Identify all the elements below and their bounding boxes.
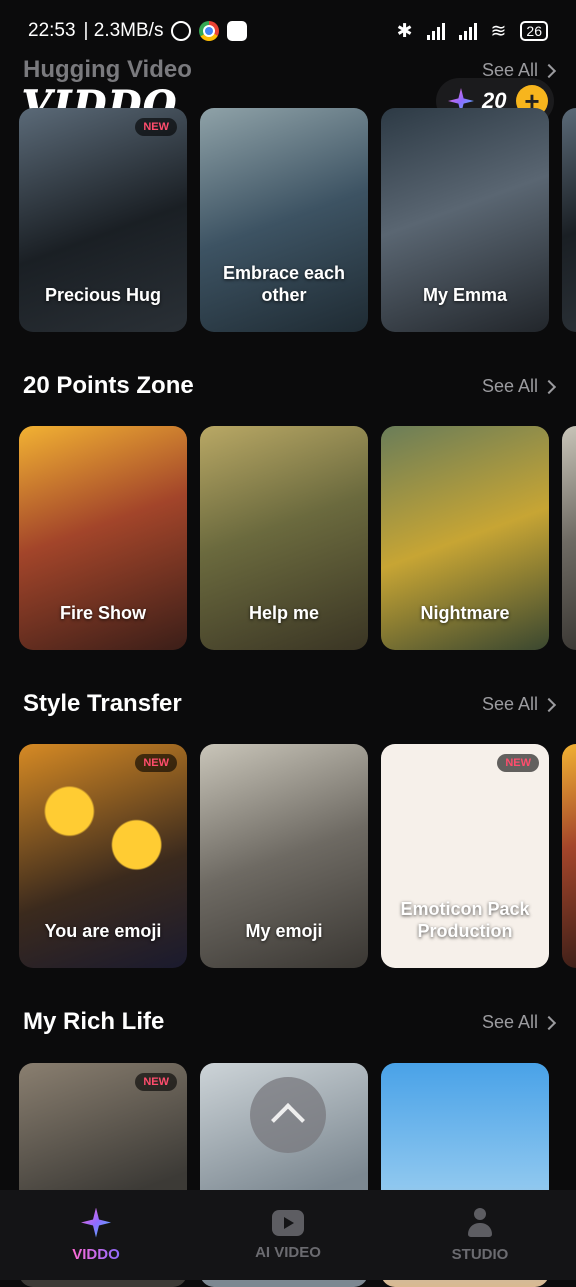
network-speed: | 2.3MB/s — [83, 20, 164, 41]
see-all-label: See All — [481, 1012, 538, 1032]
video-card[interactable]: Help me — [200, 426, 368, 650]
sparkle-icon — [81, 1207, 111, 1238]
signal-icon-2 — [458, 22, 477, 40]
card-title: Nightmare — [420, 603, 510, 623]
card-title: Emoticon Pack Production — [400, 899, 530, 941]
video-card[interactable]: My Emma — [381, 108, 549, 332]
new-badge: NEW — [135, 1073, 177, 1091]
card-title: Precious Hug — [44, 285, 162, 305]
bluetooth-icon: ✱ — [396, 20, 413, 42]
video-icon — [272, 1209, 304, 1236]
video-card[interactable]: Nightmare — [381, 426, 549, 650]
video-card-peek[interactable] — [562, 426, 576, 650]
video-card-peek[interactable] — [562, 108, 576, 332]
tab-label: AI VIDEO — [255, 1243, 321, 1261]
chrome-icon — [199, 21, 220, 41]
tab-studio[interactable]: STUDIO — [384, 1190, 576, 1280]
tab-label: STUDIO — [451, 1245, 509, 1263]
video-card[interactable]: My emoji — [200, 744, 368, 968]
new-badge: NEW — [135, 754, 177, 772]
section-hugging-video: Hugging Video See All NEW Precious Hug Em… — [0, 56, 576, 332]
bottom-tab-bar: VIDDO AI VIDEO STUDIO — [0, 1190, 576, 1280]
card-title: Fire Show — [59, 603, 146, 623]
scroll-to-top-button[interactable] — [250, 1077, 326, 1153]
see-all-label: See All — [481, 376, 538, 396]
video-card-peek[interactable] — [562, 744, 576, 968]
signal-icon — [426, 22, 445, 40]
chevron-up-icon — [271, 1103, 305, 1137]
video-card[interactable]: NEW You are emoji — [19, 744, 187, 968]
section-title: 20 Points Zone — [23, 372, 194, 399]
section-title: Hugging Video — [23, 56, 192, 83]
tab-viddo[interactable]: VIDDO — [0, 1190, 192, 1280]
alarm-icon — [171, 21, 192, 41]
section-title: Style Transfer — [23, 690, 182, 717]
wifi-icon: ≋ — [490, 20, 507, 42]
video-card[interactable]: NEW Emoticon Pack Production — [381, 744, 549, 968]
see-all-link[interactable]: See All — [481, 694, 557, 715]
video-card[interactable]: NEW Precious Hug — [19, 108, 187, 332]
tab-label: VIDDO — [72, 1245, 120, 1263]
new-badge: NEW — [135, 118, 177, 136]
user-icon — [465, 1207, 495, 1238]
section-20-points-zone: 20 Points Zone See All Fire Show Help me… — [0, 372, 576, 650]
card-title: Help me — [248, 603, 320, 623]
card-title: My emoji — [245, 921, 323, 941]
video-card[interactable]: Embrace each other — [200, 108, 368, 332]
card-title: My Emma — [422, 285, 508, 305]
chevron-right-icon — [541, 697, 557, 712]
chevron-right-icon — [541, 1015, 557, 1030]
app-notification-icon — [227, 21, 248, 41]
clock: 22:53 — [28, 20, 76, 41]
card-title: You are emoji — [44, 921, 162, 941]
new-badge: NEW — [497, 754, 539, 772]
section-style-transfer: Style Transfer See All NEW You are emoji … — [0, 690, 576, 968]
section-title: My Rich Life — [23, 1008, 165, 1035]
section-my-rich-life: My Rich Life See All NEW — [0, 1008, 576, 1287]
see-all-label: See All — [481, 694, 538, 714]
tab-ai-video[interactable]: AI VIDEO — [192, 1190, 384, 1280]
see-all-link[interactable]: See All — [481, 60, 557, 81]
chevron-right-icon — [541, 63, 557, 78]
battery-indicator: 26 — [520, 21, 548, 41]
chevron-right-icon — [541, 379, 557, 394]
status-bar: 22:53 | 2.3MB/s ✱ ≋ 26 — [0, 0, 576, 62]
video-card[interactable]: Fire Show — [19, 426, 187, 650]
see-all-link[interactable]: See All — [481, 1012, 557, 1033]
see-all-link[interactable]: See All — [481, 376, 557, 397]
card-title: Embrace each other — [222, 263, 346, 305]
see-all-label: See All — [481, 60, 538, 80]
